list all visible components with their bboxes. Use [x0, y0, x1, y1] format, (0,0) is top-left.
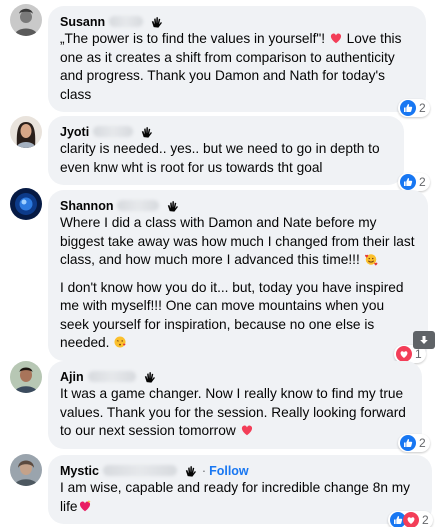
reaction-count: 1 [415, 347, 422, 361]
thumbs-up-icon [400, 174, 416, 190]
comment-author[interactable]: Mystic [60, 464, 99, 478]
heart-icon [396, 346, 412, 362]
comment-text: „The power is to find the values in your… [60, 31, 406, 102]
waving-hand-icon [183, 463, 198, 478]
reaction-summary[interactable]: 2 [398, 99, 430, 117]
comment-bubble: Mystic · Follow I am wise, capable and r… [48, 455, 432, 524]
reaction-summary[interactable]: 2 [398, 434, 430, 452]
comment-text: I am wise, capable and ready for incredi… [60, 480, 414, 514]
avatar[interactable] [10, 116, 42, 148]
scroll-down-button[interactable] [413, 331, 435, 349]
redacted-name [93, 126, 134, 137]
comment-bubble: Jyoti clarity is needed.. yes.. but we n… [48, 116, 404, 185]
waving-hand-icon [165, 198, 180, 213]
sparkling-heart-icon [78, 499, 92, 513]
arrow-down-icon [419, 335, 429, 345]
comment-text: clarity is needed.. yes.. but we need to… [60, 141, 384, 175]
comment-author[interactable]: Ajin [60, 370, 84, 384]
follow-button[interactable]: Follow [209, 464, 249, 478]
heart-icon [329, 31, 343, 45]
reaction-summary[interactable]: 2 [388, 511, 433, 527]
comment-text: Where I did a class with Damon and Nate … [60, 215, 419, 267]
reaction-count: 2 [419, 175, 426, 189]
comment-text: I don't know how you do it... but, today… [60, 279, 408, 351]
reaction-count: 2 [419, 436, 426, 450]
smiling-face-with-hearts-icon [364, 252, 378, 266]
waving-hand-icon [142, 369, 157, 384]
redacted-name [102, 465, 177, 476]
heart-icon [403, 512, 419, 527]
comment-bubble: Susann „The power is to find the values … [48, 6, 426, 112]
waving-hand-icon [149, 14, 164, 29]
redacted-name [117, 200, 160, 211]
comment-text: It was a game changer. Now I really know… [60, 386, 410, 438]
avatar[interactable] [10, 361, 42, 393]
separator-dot: · [201, 463, 207, 478]
waving-hand-icon [139, 124, 154, 139]
reaction-summary[interactable]: 2 [398, 173, 430, 191]
face-blowing-kiss-icon [113, 335, 127, 349]
comment-author[interactable]: Jyoti [60, 125, 89, 139]
heart-icon [240, 423, 254, 437]
thumbs-up-icon [400, 435, 416, 451]
avatar[interactable] [10, 4, 42, 36]
comment-author[interactable]: Susann [60, 15, 105, 29]
avatar[interactable] [10, 188, 42, 220]
comment-bubble: Ajin It was a game changer. Now I really… [48, 361, 422, 449]
comment-bubble: Shannon Where I did a class with Damon a… [48, 190, 428, 361]
thumbs-up-icon [400, 100, 416, 116]
redacted-name [109, 16, 144, 27]
avatar[interactable] [10, 454, 42, 486]
reaction-count: 2 [419, 101, 426, 115]
comment-author[interactable]: Shannon [60, 199, 113, 213]
reaction-count: 2 [422, 513, 429, 527]
redacted-name [87, 371, 136, 382]
